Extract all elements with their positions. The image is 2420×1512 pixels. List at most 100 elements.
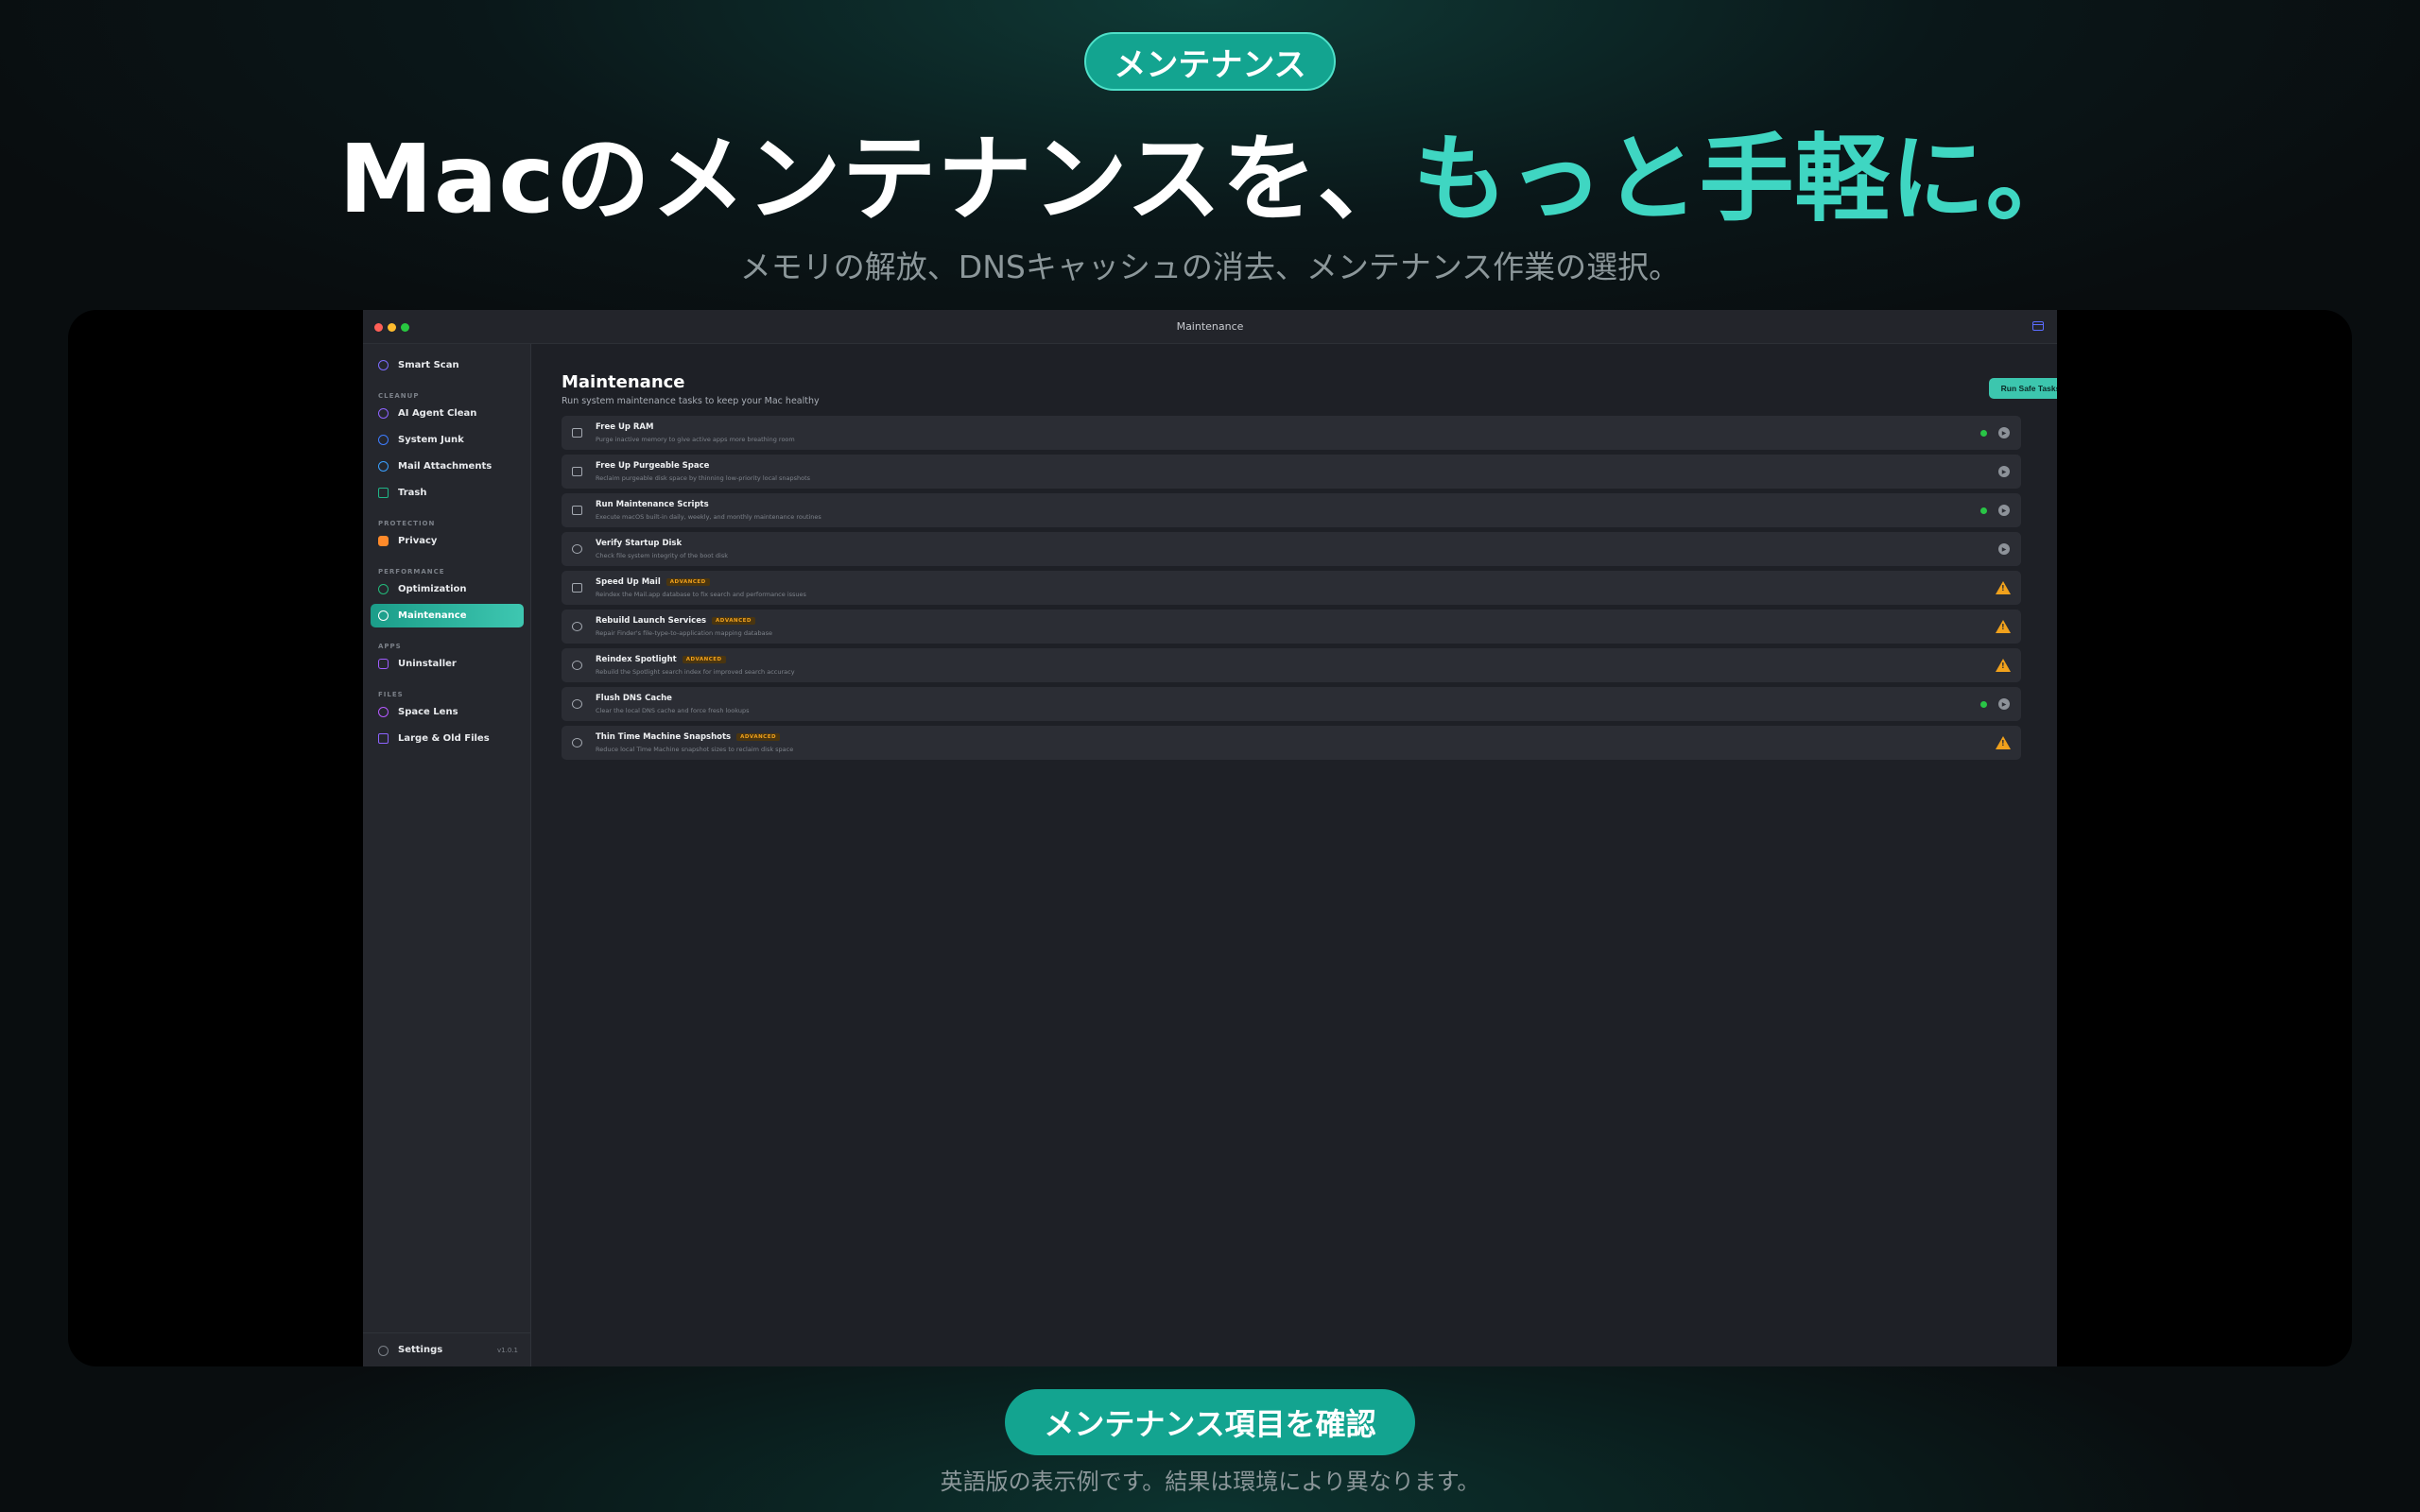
sidebar-item-space-lens[interactable]: Space Lens: [371, 700, 524, 724]
memory-icon: [572, 428, 582, 438]
sidebar-item-smart-scan[interactable]: Smart Scan: [371, 353, 524, 377]
footnote: 英語版の表示例です。結果は環境により異なります。: [940, 1469, 1480, 1495]
clock-icon: [572, 738, 582, 747]
shield-check-icon: [572, 544, 582, 554]
app-window: Maintenance Smart Scan CLEANUP AI Agent …: [363, 310, 2057, 1366]
play-icon[interactable]: ▶: [1998, 466, 2010, 477]
wrench-icon: [378, 610, 389, 621]
task-row-free-up-purgeable-space[interactable]: Free Up Purgeable Space Reclaim purgeabl…: [562, 455, 2021, 489]
task-description: Reindex the Mail.app database to fix sea…: [596, 591, 806, 598]
warning-icon[interactable]: [1996, 659, 2011, 672]
sidebar-item-trash[interactable]: Trash: [371, 481, 524, 505]
hand-icon: [378, 536, 389, 546]
task-row-run-maintenance-scripts[interactable]: Run Maintenance Scripts Execute macOS bu…: [562, 493, 2021, 527]
sidebar-item-label: System Junk: [398, 435, 464, 445]
sidebar-item-label: Optimization: [398, 584, 467, 594]
task-description: Reduce local Time Machine snapshot sizes…: [596, 746, 794, 753]
uninstaller-icon: [378, 659, 389, 669]
magnifier-icon: [378, 360, 389, 370]
sidebar-item-maintenance[interactable]: Maintenance: [371, 604, 524, 627]
warning-icon[interactable]: [1996, 620, 2011, 633]
title-bar: Maintenance: [363, 310, 2057, 344]
advanced-badge: ADVANCED: [666, 578, 710, 586]
folder-icon: [378, 733, 389, 744]
system-junk-icon: [378, 435, 389, 445]
sidebar-item-label: Trash: [398, 488, 427, 498]
search-icon: [572, 661, 582, 670]
task-name-text: Thin Time Machine Snapshots: [596, 732, 732, 742]
sidebar: Smart Scan CLEANUP AI Agent Clean System…: [363, 344, 531, 1366]
task-row-verify-startup-disk[interactable]: Verify Startup Disk Check file system in…: [562, 532, 2021, 566]
paperclip-icon: [378, 461, 389, 472]
sidebar-item-large-old-files[interactable]: Large & Old Files: [371, 727, 524, 750]
sidebar-item-label: Smart Scan: [398, 360, 459, 370]
task-name: Reindex Spotlight ADVANCED: [596, 655, 726, 664]
play-icon[interactable]: ▶: [1998, 698, 2010, 710]
task-name: Thin Time Machine Snapshots ADVANCED: [596, 732, 781, 742]
warning-icon[interactable]: [1996, 736, 2011, 749]
sidebar-item-label: Uninstaller: [398, 659, 457, 669]
sidebar-section-apps: APPS: [378, 643, 402, 650]
terminal-icon: [572, 506, 582, 515]
task-name: Verify Startup Disk: [596, 539, 683, 548]
section-pill: メンテナンス: [1084, 32, 1336, 91]
task-name: Flush DNS Cache: [596, 694, 672, 703]
play-icon[interactable]: ▶: [1998, 505, 2010, 516]
advanced-badge: ADVANCED: [682, 656, 726, 663]
status-dot: [1980, 430, 1987, 437]
sidebar-item-uninstaller[interactable]: Uninstaller: [371, 652, 524, 676]
headline: Macのメンテナンスを、もっと手軽に。: [0, 121, 2420, 238]
task-description: Rebuild the Spotlight search index for i…: [596, 668, 795, 676]
task-description: Check file system integrity of the boot …: [596, 552, 728, 559]
ai-agent-icon: [378, 408, 389, 419]
task-name: Run Maintenance Scripts: [596, 500, 709, 509]
warning-icon[interactable]: [1996, 581, 2011, 594]
sidebar-item-label: Maintenance: [398, 610, 467, 621]
headline-main: Macのメンテナンスを、: [338, 124, 1413, 234]
envelope-icon: [572, 583, 582, 593]
play-icon[interactable]: ▶: [1998, 543, 2010, 555]
page-subtitle: Run system maintenance tasks to keep you…: [562, 396, 820, 406]
task-description: Execute macOS built-in daily, weekly, an…: [596, 513, 821, 521]
task-row-thin-time-machine-snapshots[interactable]: Thin Time Machine Snapshots ADVANCED Redu…: [562, 726, 2021, 760]
sidebar-item-label: Mail Attachments: [398, 461, 493, 472]
task-name: Free Up Purgeable Space: [596, 461, 710, 471]
sidebar-item-optimization[interactable]: Optimization: [371, 577, 524, 601]
task-description: Repair Finder's file-type-to-application…: [596, 629, 772, 637]
task-row-reindex-spotlight[interactable]: Reindex Spotlight ADVANCED Rebuild the Sp…: [562, 648, 2021, 682]
task-row-speed-up-mail[interactable]: Speed Up Mail ADVANCED Reindex the Mail.a…: [562, 571, 2021, 605]
task-name-text: Speed Up Mail: [596, 577, 661, 587]
task-name: Free Up RAM: [596, 422, 654, 432]
sidebar-item-system-junk[interactable]: System Junk: [371, 428, 524, 452]
task-description: Purge inactive memory to give active app…: [596, 436, 795, 443]
task-row-free-up-ram[interactable]: Free Up RAM Purge inactive memory to giv…: [562, 416, 2021, 450]
task-name-text: Rebuild Launch Services: [596, 616, 707, 626]
main-content: Maintenance Run system maintenance tasks…: [531, 344, 2057, 1366]
task-name: Speed Up Mail ADVANCED: [596, 577, 710, 587]
gear-icon: [378, 1346, 389, 1356]
sidebar-item-privacy[interactable]: Privacy: [371, 529, 524, 553]
sidebar-section-protection: PROTECTION: [378, 520, 436, 527]
globe-icon: [572, 699, 582, 709]
trash-icon: [378, 488, 389, 498]
task-row-flush-dns-cache[interactable]: Flush DNS Cache Clear the local DNS cach…: [562, 687, 2021, 721]
task-description: Clear the local DNS cache and force fres…: [596, 707, 750, 714]
run-safe-tasks-button[interactable]: Run Safe Tasks: [1989, 378, 2057, 399]
version-label: v1.0.1: [497, 1347, 518, 1354]
sidebar-item-label: Large & Old Files: [398, 733, 490, 744]
task-row-rebuild-launch-services[interactable]: Rebuild Launch Services ADVANCED Repair F…: [562, 610, 2021, 644]
sidebar-footer: Settings v1.0.1: [363, 1332, 531, 1366]
sidebar-item-ai-agent-clean[interactable]: AI Agent Clean: [371, 402, 524, 425]
status-dot: [1980, 701, 1987, 708]
task-description: Reclaim purgeable disk space by thinning…: [596, 474, 811, 482]
sidebar-item-mail-attachments[interactable]: Mail Attachments: [371, 455, 524, 478]
view-maintenance-items-button[interactable]: メンテナンス項目を確認: [1005, 1389, 1415, 1455]
settings-button[interactable]: Settings: [398, 1345, 442, 1355]
disk-icon: [572, 467, 582, 476]
play-icon[interactable]: ▶: [1998, 427, 2010, 438]
sidebar-item-label: Space Lens: [398, 707, 458, 717]
advanced-badge: ADVANCED: [712, 617, 755, 625]
sidebar-section-cleanup: CLEANUP: [378, 392, 420, 400]
window-icon[interactable]: [2032, 321, 2044, 331]
screenshot-frame: Maintenance Smart Scan CLEANUP AI Agent …: [68, 310, 2352, 1366]
